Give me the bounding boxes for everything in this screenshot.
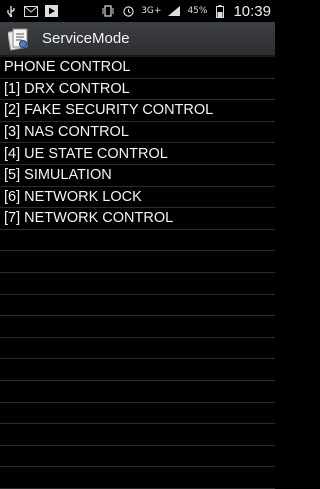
email-icon [24,5,38,17]
menu-item-drx-control[interactable]: [1] DRX CONTROL [0,79,275,101]
empty-list-row[interactable] [0,338,275,360]
empty-list-row[interactable] [0,359,275,381]
empty-list-row[interactable] [0,230,275,252]
menu-item-fake-security-control[interactable]: [2] FAKE SECURITY CONTROL [0,100,275,122]
empty-list-row[interactable] [0,381,275,403]
empty-list-row[interactable] [0,424,275,446]
alarm-icon [121,5,135,17]
menu-item-simulation[interactable]: [5] SIMULATION [0,165,275,187]
menu-item-nas-control[interactable]: [3] NAS CONTROL [0,122,275,144]
empty-list-row[interactable] [0,251,275,273]
battery-icon [213,4,227,18]
menu-header-phone-control[interactable]: PHONE CONTROL [0,57,275,79]
signal-icon [167,5,181,17]
menu-item-ue-state-control[interactable]: [4] UE STATE CONTROL [0,143,275,165]
service-menu-list: PHONE CONTROL [1] DRX CONTROL [2] FAKE SEC… [0,57,275,489]
play-store-icon [44,5,58,17]
notification-area [4,5,58,17]
empty-list-row[interactable] [0,446,275,468]
usb-icon [4,5,18,17]
status-bar: 3G+ 45% 10:39 [0,0,275,22]
action-bar: ServiceMode [0,22,275,57]
menu-item-network-control[interactable]: [7] NETWORK CONTROL [0,208,275,230]
network-type-label: 3G+ [141,6,162,16]
empty-list-row[interactable] [0,403,275,425]
vibrate-icon [101,5,115,17]
app-title: ServiceMode [42,30,130,47]
empty-list-row[interactable] [0,316,275,338]
empty-list-row[interactable] [0,467,275,489]
clock: 10:39 [233,2,271,20]
battery-percent: 45% [187,6,208,16]
menu-item-network-lock[interactable]: [6] NETWORK LOCK [0,187,275,209]
empty-list-row[interactable] [0,295,275,317]
app-icon[interactable] [6,27,30,51]
system-status-area: 3G+ 45% 10:39 [101,3,271,20]
empty-list-row[interactable] [0,273,275,295]
